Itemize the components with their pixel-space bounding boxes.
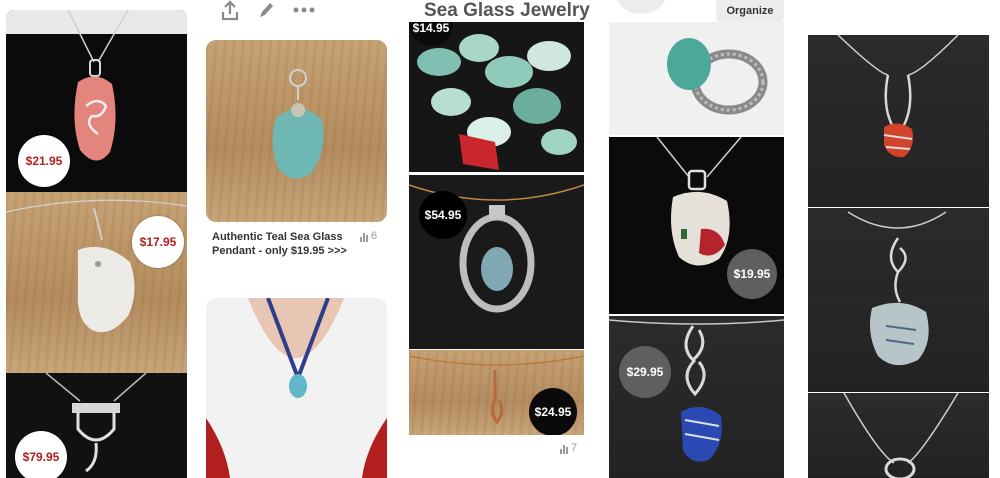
teal-pendant-image xyxy=(272,69,324,179)
pin-white-ceramic-pendant[interactable]: $17.95 xyxy=(6,192,187,373)
price-label: $24.95 xyxy=(534,405,572,419)
stats-icon xyxy=(360,232,368,242)
pin-silver-wrap-pendant[interactable]: $79.95 xyxy=(6,373,187,478)
price-label: $19.95 xyxy=(733,267,771,281)
repin-stats: 7 xyxy=(560,442,577,454)
organize-label: Organize xyxy=(726,5,774,17)
price-badge: $24.95 xyxy=(529,388,577,435)
pencil-icon[interactable] xyxy=(256,0,276,22)
organize-button[interactable]: Organize xyxy=(716,0,784,22)
pin-wirewrap-pendant[interactable]: $54.95 xyxy=(409,175,584,349)
pin-caption[interactable]: Authentic Teal Sea Glass Pendant - only … xyxy=(212,230,360,258)
price-label: $79.95 xyxy=(22,450,60,464)
pin-wire-loop-pendant[interactable] xyxy=(808,393,989,478)
price-label: $17.95 xyxy=(139,235,177,249)
pin-pottery-shard-pendant[interactable] xyxy=(808,208,989,392)
pin-orange-seaglass-pendant[interactable] xyxy=(808,35,989,207)
pin-teal-seaglass-pendant[interactable] xyxy=(206,40,387,222)
price-badge: $54.95 xyxy=(419,191,467,239)
ellipsis-icon[interactable] xyxy=(292,0,316,22)
price-badge: $19.95 xyxy=(727,249,777,299)
price-badge: $17.95 xyxy=(132,216,184,268)
repin-count: 6 xyxy=(371,230,378,242)
pin-coral-seaglass-pendant[interactable]: $21.95 xyxy=(6,10,187,192)
board-title: Sea Glass Jewelry xyxy=(424,0,590,21)
repin-stats: 6 xyxy=(360,230,377,242)
upload-icon[interactable] xyxy=(220,0,240,22)
wire-loop-image xyxy=(843,393,959,478)
price-label: $14.95 xyxy=(412,22,450,35)
pin-seaglass-ring[interactable] xyxy=(609,22,784,135)
price-label: $29.95 xyxy=(626,365,664,379)
ring-image xyxy=(667,38,768,115)
beaded-necklace-image xyxy=(206,298,387,478)
price-label: $21.95 xyxy=(25,154,63,168)
pin-blue-wirewrap-pendant[interactable]: $29.95 xyxy=(609,316,784,478)
pin-toolbar xyxy=(220,0,330,24)
stats-icon xyxy=(560,444,568,454)
repin-count: 7 xyxy=(571,442,578,454)
pin-redspot-pendant[interactable]: $19.95 xyxy=(609,137,784,314)
pin-beaded-necklace[interactable] xyxy=(206,298,387,478)
pin-seaglass-pile[interactable]: $14.95 xyxy=(409,22,584,172)
price-label: $54.95 xyxy=(424,208,462,222)
avatar[interactable] xyxy=(615,0,667,14)
pottery-pendant-image xyxy=(847,211,947,366)
price-badge: $29.95 xyxy=(619,346,671,398)
pin-copper-pendant[interactable]: $24.95 xyxy=(409,350,584,435)
orange-pendant-image xyxy=(837,35,959,158)
price-badge: $79.95 xyxy=(15,431,67,478)
price-badge: $21.95 xyxy=(18,135,70,187)
blue-pendant-image xyxy=(609,319,784,462)
